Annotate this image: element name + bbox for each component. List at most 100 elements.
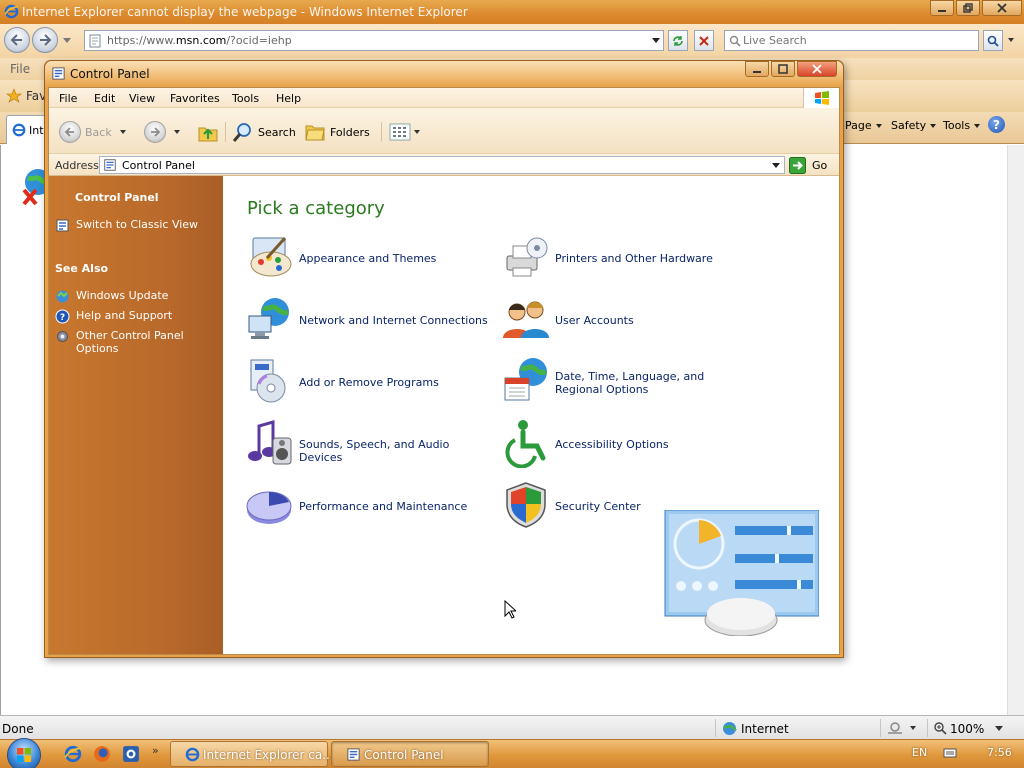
page-title: Pick a category bbox=[247, 198, 385, 219]
go-button[interactable]: Go bbox=[789, 156, 827, 174]
accessibility-icon bbox=[505, 420, 546, 468]
cp-menu-tools[interactable]: Tools bbox=[232, 92, 259, 105]
cp-menu-edit[interactable]: Edit bbox=[94, 92, 115, 105]
zoom-dropdown[interactable] bbox=[995, 726, 1003, 731]
language-indicator[interactable]: EN bbox=[912, 746, 927, 759]
control-panel-window: Control Panel File Edit View Favorites T… bbox=[44, 60, 844, 658]
search-label: Search bbox=[258, 125, 296, 139]
folders-label: Folders bbox=[330, 125, 370, 139]
ie-icon bbox=[185, 747, 200, 762]
cp-forward-button[interactable] bbox=[144, 119, 180, 145]
control-panel-icon bbox=[347, 748, 360, 761]
toolbar-separator bbox=[225, 122, 226, 142]
category-performance-maintenance[interactable]: Performance and Maintenance bbox=[245, 480, 495, 532]
ie-back-button[interactable] bbox=[4, 27, 30, 53]
ie-address-input[interactable]: https://www.msn.com/?ocid=iehp bbox=[84, 30, 664, 51]
ie-close-button[interactable] bbox=[982, 0, 1022, 16]
help-support-link[interactable]: Help and Support bbox=[76, 309, 216, 322]
cp-close-button[interactable] bbox=[797, 61, 837, 77]
views-icon bbox=[389, 123, 411, 141]
favorites-star-icon[interactable] bbox=[6, 88, 22, 104]
cp-views-button[interactable] bbox=[389, 119, 420, 145]
mouse-cursor bbox=[504, 600, 516, 619]
ie-forward-button[interactable] bbox=[32, 27, 58, 53]
ie-vertical-scrollbar[interactable] bbox=[1007, 145, 1024, 715]
category-date-time-language[interactable]: Date, Time, Language, and Regional Optio… bbox=[501, 356, 751, 408]
ie-history-dropdown[interactable] bbox=[63, 38, 71, 43]
control-panel-icon bbox=[52, 67, 65, 80]
taskbar-item-label: Control Panel bbox=[364, 748, 444, 762]
clock[interactable]: 7:56 bbox=[987, 746, 1012, 759]
stop-button[interactable] bbox=[694, 30, 714, 51]
cp-client-area: File Edit View Favorites Tools Help Back bbox=[48, 87, 840, 655]
category-label: Add or Remove Programs bbox=[299, 376, 439, 389]
category-user-accounts[interactable]: User Accounts bbox=[501, 294, 751, 346]
category-label: Date, Time, Language, and Regional Optio… bbox=[555, 370, 705, 396]
see-also-heading: See Also bbox=[55, 262, 109, 275]
back-dropdown-icon[interactable] bbox=[119, 130, 126, 134]
cp-menu-favorites[interactable]: Favorites bbox=[170, 92, 220, 105]
taskbar: » Internet Explorer ca... Control Panel … bbox=[0, 738, 1024, 768]
cp-up-button[interactable] bbox=[197, 119, 219, 145]
ie-menu-file[interactable]: File bbox=[10, 62, 30, 76]
back-label: Back bbox=[85, 125, 112, 139]
forward-dropdown-icon[interactable] bbox=[174, 130, 180, 134]
cp-address-bar: Address Control Panel Go bbox=[49, 154, 839, 176]
windows-update-icon bbox=[56, 290, 69, 303]
printer-icon bbox=[506, 237, 548, 277]
cp-menu-view[interactable]: View bbox=[129, 92, 155, 105]
start-button[interactable] bbox=[7, 738, 41, 768]
quicklaunch-ie-icon[interactable] bbox=[64, 745, 82, 763]
protected-mode-icon[interactable] bbox=[887, 721, 903, 735]
address-dropdown-icon[interactable] bbox=[772, 163, 780, 168]
live-search-input[interactable] bbox=[743, 32, 973, 49]
ie-minimize-button[interactable] bbox=[930, 0, 954, 16]
quicklaunch-firefox-icon[interactable] bbox=[93, 745, 111, 763]
category-sounds-speech-audio[interactable]: Sounds, Speech, and Audio Devices bbox=[245, 418, 495, 470]
category-accessibility[interactable]: Accessibility Options bbox=[501, 418, 751, 470]
refresh-button[interactable] bbox=[668, 30, 688, 51]
address-dropdown-icon[interactable] bbox=[652, 38, 660, 43]
safety-menu[interactable]: Safety bbox=[891, 119, 936, 132]
keyboard-icon[interactable] bbox=[943, 747, 957, 759]
cp-maximize-button[interactable] bbox=[771, 61, 795, 77]
search-options-dropdown[interactable] bbox=[1008, 38, 1014, 42]
protected-mode-dropdown[interactable] bbox=[910, 726, 916, 730]
category-appearance-themes[interactable]: Appearance and Themes bbox=[245, 232, 495, 284]
cp-search-button[interactable]: Search bbox=[232, 119, 296, 145]
cp-menu-file[interactable]: File bbox=[59, 92, 77, 105]
cp-title-bar[interactable]: Control Panel bbox=[45, 61, 843, 87]
cp-minimize-button[interactable] bbox=[745, 61, 769, 77]
cp-menu-help[interactable]: Help bbox=[276, 92, 301, 105]
page-menu[interactable]: Page bbox=[845, 119, 882, 132]
search-go-button[interactable] bbox=[983, 30, 1003, 51]
category-network-internet[interactable]: Network and Internet Connections bbox=[245, 294, 495, 346]
views-dropdown-icon[interactable] bbox=[414, 130, 420, 134]
category-add-remove-programs[interactable]: Add or Remove Programs bbox=[245, 356, 495, 408]
category-label: Appearance and Themes bbox=[299, 252, 437, 265]
windows-flag-logo bbox=[803, 88, 839, 108]
cp-folders-button[interactable]: Folders bbox=[304, 119, 370, 145]
cp-back-button[interactable]: Back bbox=[59, 119, 126, 145]
live-search-box[interactable] bbox=[724, 30, 979, 51]
help-icon[interactable]: ? bbox=[988, 116, 1005, 133]
taskbar-item-ie[interactable]: Internet Explorer ca... bbox=[170, 741, 334, 767]
programs-icon bbox=[250, 359, 286, 403]
cp-menu-bar: File Edit View Favorites Tools Help bbox=[49, 88, 839, 108]
tools-menu[interactable]: Tools bbox=[943, 119, 980, 132]
zoom-level[interactable]: 100% bbox=[950, 722, 984, 736]
quicklaunch-app-icon[interactable] bbox=[122, 745, 140, 763]
taskbar-item-control-panel[interactable]: Control Panel bbox=[331, 741, 489, 767]
ie-restore-button[interactable] bbox=[956, 0, 980, 16]
ie-status-bar: Done Internet 100% bbox=[0, 715, 1024, 739]
status-separator bbox=[927, 719, 928, 737]
windows-update-link[interactable]: Windows Update bbox=[76, 289, 216, 302]
restore-icon bbox=[963, 3, 973, 13]
category-printers-hardware[interactable]: Printers and Other Hardware bbox=[501, 232, 751, 284]
go-label: Go bbox=[812, 158, 828, 172]
cp-address-input[interactable]: Control Panel bbox=[99, 156, 785, 174]
svg-text:?: ? bbox=[60, 313, 65, 323]
other-options-link[interactable]: Other Control Panel Options bbox=[76, 329, 216, 355]
quicklaunch-chevron[interactable]: » bbox=[152, 744, 159, 757]
switch-classic-view-link[interactable]: Switch to Classic View bbox=[76, 218, 216, 231]
